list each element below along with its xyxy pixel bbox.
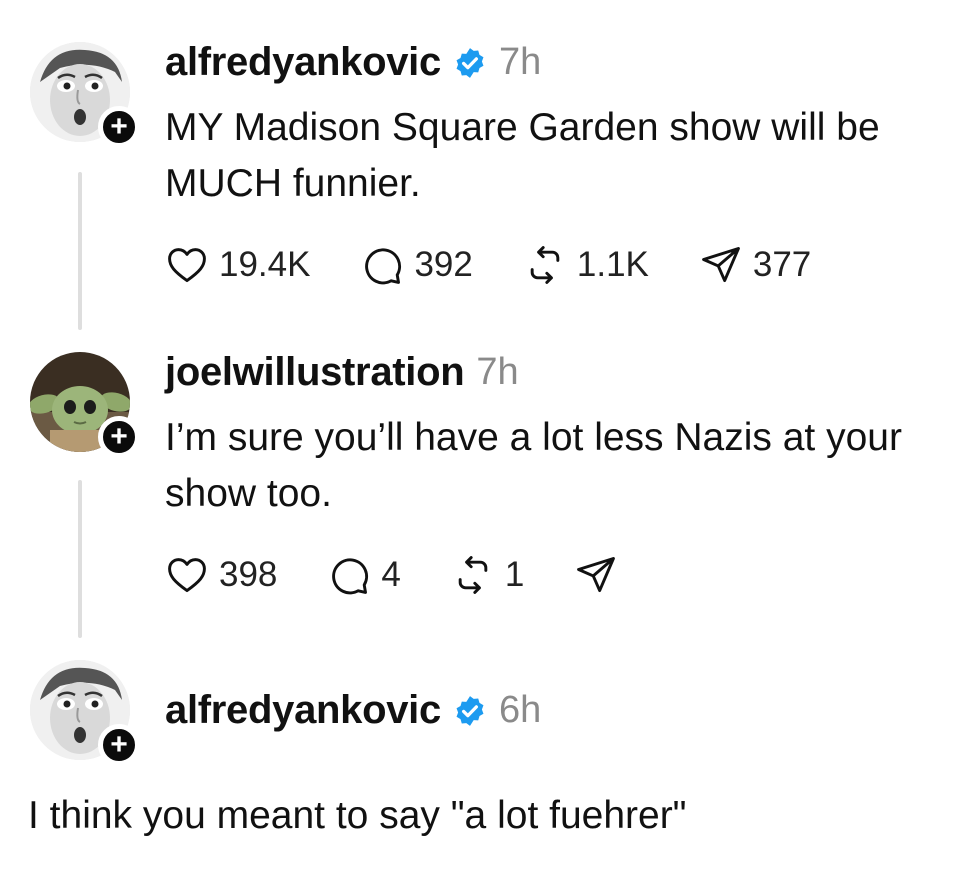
post-header: alfredyankovic 6h xyxy=(165,688,541,733)
avatar-joelwillustration[interactable]: + xyxy=(30,352,140,458)
like-button[interactable]: 19.4K xyxy=(165,243,310,287)
heart-icon xyxy=(165,243,209,287)
comment-icon xyxy=(327,553,371,597)
follow-plus-icon[interactable]: + xyxy=(98,416,140,458)
repost-count: 1 xyxy=(504,555,525,594)
reply-button[interactable]: 392 xyxy=(360,243,473,287)
repost-icon xyxy=(451,553,495,597)
avatar-alfredyankovic-1[interactable]: + xyxy=(30,42,140,148)
follow-plus-icon[interactable]: + xyxy=(98,724,140,766)
username[interactable]: alfredyankovic xyxy=(165,40,441,85)
share-count: 377 xyxy=(752,245,812,284)
repost-button[interactable]: 1.1K xyxy=(523,243,649,287)
like-count: 398 xyxy=(219,555,278,594)
verified-badge-icon xyxy=(453,46,487,80)
post-time: 7h xyxy=(476,351,519,393)
share-button[interactable]: 377 xyxy=(699,243,811,287)
thread-line xyxy=(78,172,82,330)
username[interactable]: alfredyankovic xyxy=(165,688,441,733)
reply-count: 4 xyxy=(381,555,401,594)
share-button[interactable] xyxy=(574,553,618,597)
repost-count: 1.1K xyxy=(576,245,649,284)
post-text: I think you meant to say "a lot fuehrer" xyxy=(28,794,687,837)
heart-icon xyxy=(165,553,209,597)
username[interactable]: joelwillustration xyxy=(165,350,465,395)
reply-button[interactable]: 4 xyxy=(327,553,401,597)
like-button[interactable]: 398 xyxy=(165,553,277,597)
post-text: MY Madison Square Garden show will be MU… xyxy=(165,106,880,205)
post-time: 7h xyxy=(498,41,542,83)
comment-icon xyxy=(360,243,404,287)
verified-badge-icon xyxy=(453,694,487,728)
like-count: 19.4K xyxy=(219,245,311,284)
avatar-alfredyankovic-2[interactable]: + xyxy=(30,660,140,766)
thread-line xyxy=(78,480,82,638)
action-bar: 398 4 1 xyxy=(165,550,668,600)
post-header: joelwillustration 7h xyxy=(165,350,519,395)
reply-count: 392 xyxy=(414,245,473,284)
send-icon xyxy=(574,553,618,597)
repost-button[interactable]: 1 xyxy=(451,553,524,597)
follow-plus-icon[interactable]: + xyxy=(98,106,140,148)
send-icon xyxy=(699,243,743,287)
post-header: alfredyankovic 7h xyxy=(165,40,541,85)
post-time: 6h xyxy=(498,689,542,731)
repost-icon xyxy=(523,243,567,287)
action-bar: 19.4K 392 1.1K 377 xyxy=(165,240,861,290)
post-text: I’m sure you’ll have a lot less Nazis at… xyxy=(165,416,902,515)
